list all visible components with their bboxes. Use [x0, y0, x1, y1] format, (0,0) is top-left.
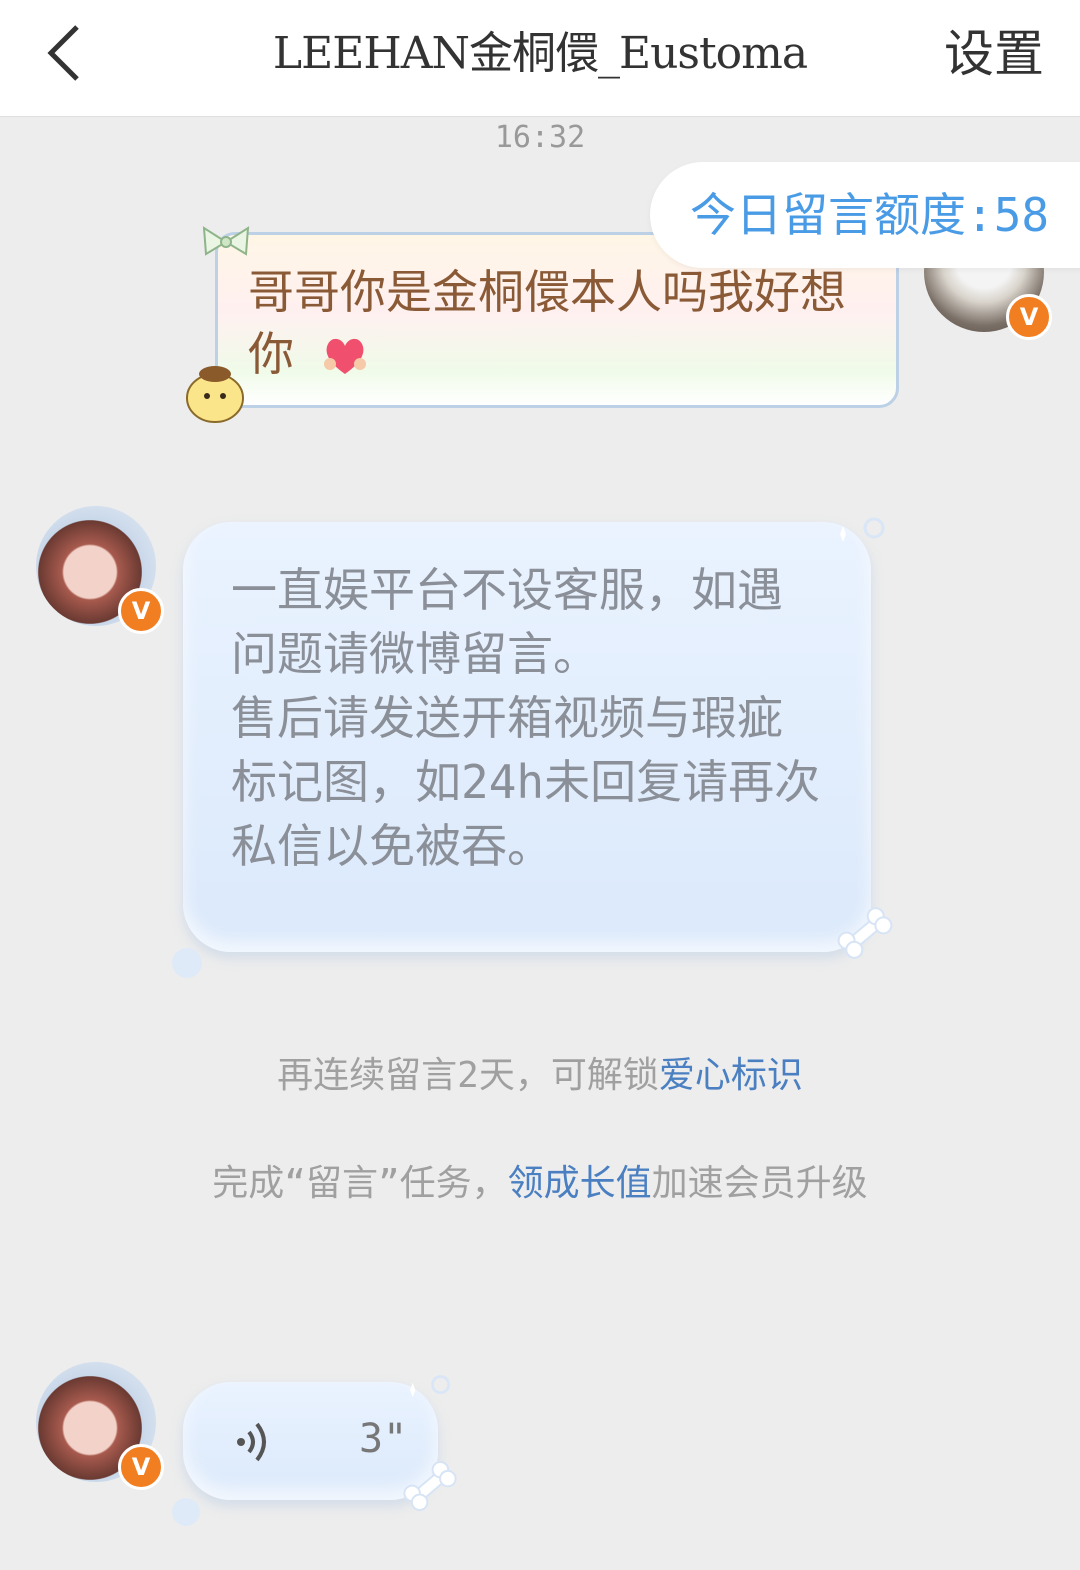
love-badge-link[interactable]: 爱心标识: [659, 1055, 803, 1096]
system-tip-task: 完成“留言”任务，领成长值加速会员升级: [0, 1154, 1080, 1206]
heart-hands-icon: [323, 338, 366, 374]
growth-value-link[interactable]: 领成长值: [508, 1163, 652, 1204]
bubble-tail-dot: [172, 1498, 200, 1526]
merchant-avatar[interactable]: V: [36, 1362, 164, 1490]
verified-badge: V: [1006, 294, 1052, 340]
top-bar: LEEHAN金桐儇_Eustoma 设置: [0, 0, 1080, 117]
verified-badge: V: [118, 588, 164, 634]
system-tip-streak: 再连续留言2天，可解锁爱心标识: [0, 1046, 1080, 1098]
tip-text: 再连续留言2天，可解锁: [277, 1055, 659, 1096]
merchant-avatar[interactable]: V: [36, 506, 164, 634]
sparkle-decoration-icon: [410, 1375, 451, 1398]
bubble-tail-dot: [172, 948, 202, 978]
chevron-left-icon: [47, 25, 79, 81]
message-bubble-incoming[interactable]: 一直娱平台不设客服，如遇问题请微博留言。 售后请发送开箱视频与瑕疵标记图，如24…: [183, 522, 871, 952]
tip-text-suffix: 加速会员升级: [651, 1163, 868, 1204]
daily-quota-badge: 今日留言额度:58: [650, 162, 1080, 268]
bone-decoration-icon: [403, 1460, 457, 1512]
tip-text: 完成“留言”任务，: [212, 1163, 508, 1204]
bow-decoration-icon: [202, 226, 250, 256]
pompompurin-sticker-icon: [186, 366, 244, 423]
sparkle-decoration-icon: [840, 517, 885, 542]
voice-wave-icon: [237, 1422, 266, 1462]
back-button[interactable]: [28, 18, 98, 88]
page-title: LEEHAN金桐儇_Eustoma: [272, 28, 808, 79]
message-timestamp: 16:32: [494, 120, 586, 155]
settings-button[interactable]: 设置: [944, 24, 1044, 84]
verified-badge: V: [118, 1444, 164, 1490]
bone-decoration-icon: [837, 907, 893, 959]
